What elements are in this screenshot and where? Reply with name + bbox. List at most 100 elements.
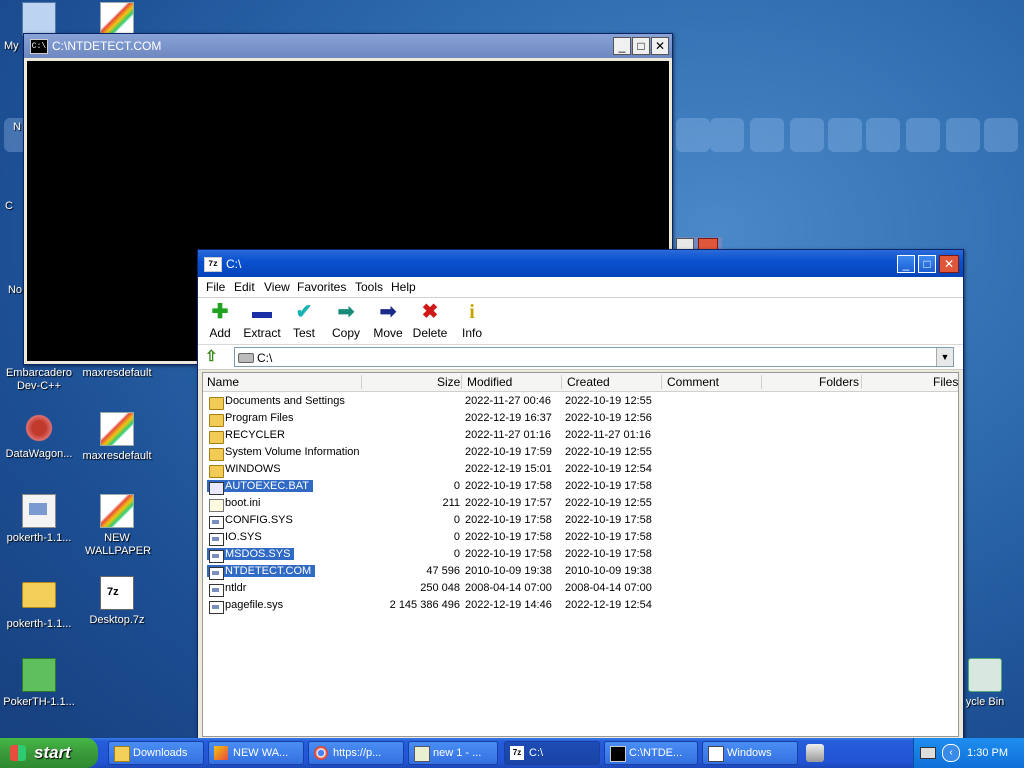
- table-row[interactable]: CONFIG.SYS 0 2022-10-19 17:58 2022-10-19 17…: [203, 512, 958, 529]
- chevron-down-icon[interactable]: ▼: [936, 348, 953, 366]
- console-icon: C:\: [30, 39, 48, 54]
- file-name[interactable]: ntldr: [207, 582, 246, 597]
- file-name[interactable]: boot.ini: [207, 497, 260, 512]
- file-name[interactable]: Documents and Settings: [207, 395, 345, 410]
- table-row[interactable]: WINDOWS 2022-12-19 15:01 2022-10-19 12:54: [203, 461, 958, 478]
- file-name[interactable]: Program Files: [207, 412, 293, 427]
- console-minimize-button[interactable]: _: [613, 37, 631, 55]
- menu-tools[interactable]: Tools: [355, 280, 383, 294]
- desktop-icon-new-wallpaper[interactable]: NEW WALLPAPER: [76, 494, 158, 558]
- menu-help[interactable]: Help: [391, 280, 416, 294]
- sevenzip-titlebar[interactable]: 7z C:\ _ □ ✕: [198, 250, 963, 277]
- maximize-button[interactable]: □: [918, 255, 936, 273]
- column-size[interactable]: Size: [437, 375, 460, 389]
- file-size: 211: [442, 497, 460, 509]
- console-titlebar[interactable]: C:\ C:\NTDETECT.COM _ □ ✕: [24, 34, 672, 58]
- wallpaper-tile: [750, 118, 784, 152]
- file-created: 2022-10-19 17:58: [565, 514, 652, 526]
- add-label: Add: [209, 326, 231, 340]
- column-folders[interactable]: Folders: [819, 375, 859, 389]
- table-row[interactable]: Documents and Settings 2022-11-27 00:46 20…: [203, 393, 958, 410]
- taskbar-item-new-wallpaper[interactable]: NEW WA...: [208, 741, 304, 765]
- column-divider[interactable]: [361, 375, 362, 389]
- desktop-icon-pokerth-folder[interactable]: pokerth-1.1...: [0, 576, 80, 631]
- start-label: start: [34, 743, 71, 762]
- up-folder-icon[interactable]: ⇧: [205, 349, 221, 365]
- taskbar-item-windows[interactable]: Windows: [702, 741, 798, 765]
- close-button[interactable]: ✕: [939, 255, 959, 273]
- console-maximize-button[interactable]: □: [632, 37, 650, 55]
- chevron-left-icon[interactable]: ‹: [942, 744, 960, 762]
- desktop-icon-datawagon[interactable]: DataWagon...: [0, 412, 80, 461]
- file-name-text: RECYCLER: [225, 429, 285, 441]
- file-name[interactable]: IO.SYS: [207, 531, 262, 546]
- column-comment[interactable]: Comment: [667, 375, 719, 389]
- file-size: 0: [453, 480, 460, 492]
- file-name[interactable]: RECYCLER: [207, 429, 285, 444]
- table-row[interactable]: System Volume Information 2022-10-19 17:5…: [203, 444, 958, 461]
- file-name[interactable]: MSDOS.SYS: [207, 548, 295, 563]
- test-button[interactable]: ✔ Test: [282, 302, 326, 340]
- table-row[interactable]: pagefile.sys 2 145 386 496 2022-12-19 14:4…: [203, 597, 958, 614]
- windows-logo-icon: [10, 745, 26, 761]
- table-row[interactable]: boot.ini 211 2022-10-19 17:57 2022-10-19 12…: [203, 495, 958, 512]
- table-row[interactable]: MSDOS.SYS 0 2022-10-19 17:58 2022-10-19 17:…: [203, 546, 958, 563]
- copy-button[interactable]: ➡ Copy: [324, 302, 368, 340]
- taskbar-item-console[interactable]: C:\NTDE...: [604, 741, 698, 765]
- file-name[interactable]: WINDOWS: [207, 463, 281, 478]
- table-row[interactable]: NTDETECT.COM 47 596 2010-10-09 19:38 2010-1…: [203, 563, 958, 580]
- taskbar-item-browser[interactable]: https://p...: [308, 741, 404, 765]
- file-name[interactable]: System Volume Information: [207, 446, 360, 461]
- column-divider[interactable]: [761, 375, 762, 389]
- add-button[interactable]: ✚ Add: [198, 302, 242, 340]
- wallpaper-tile: [676, 118, 710, 152]
- taskbar-item-label: Windows: [727, 747, 772, 759]
- table-row[interactable]: ntldr 250 048 2008-04-14 07:00 2008-04-14 0…: [203, 580, 958, 597]
- table-row[interactable]: IO.SYS 0 2022-10-19 17:58 2022-10-19 17:58: [203, 529, 958, 546]
- file-size: 2 145 386 496: [389, 599, 460, 611]
- column-divider[interactable]: [661, 375, 662, 389]
- move-button[interactable]: ➡ Move: [366, 302, 410, 340]
- table-row[interactable]: Program Files 2022-12-19 16:37 2022-10-19 …: [203, 410, 958, 427]
- clock[interactable]: 1:30 PM: [967, 747, 1008, 759]
- file-name[interactable]: AUTOEXEC.BAT: [207, 480, 313, 495]
- file-icon: [209, 567, 224, 580]
- file-list[interactable]: Name Size Modified Created Comment Folde…: [202, 372, 959, 737]
- wallpaper-tile: [984, 118, 1018, 152]
- menu-view[interactable]: View: [264, 280, 290, 294]
- taskbar-item-downloads[interactable]: Downloads: [108, 741, 204, 765]
- column-name[interactable]: Name: [207, 375, 239, 389]
- address-input[interactable]: C:\ ▼: [234, 347, 954, 367]
- column-created[interactable]: Created: [567, 375, 610, 389]
- column-divider[interactable]: [461, 375, 462, 389]
- taskbar-item-7zip[interactable]: 7z C:\: [504, 741, 600, 765]
- menu-edit[interactable]: Edit: [234, 280, 255, 294]
- minimize-button[interactable]: _: [897, 255, 915, 273]
- desktop-icon-pokerth-installer[interactable]: PokerTH-1.1...: [0, 658, 80, 709]
- keyboard-icon[interactable]: [920, 747, 936, 759]
- file-icon: [209, 550, 224, 563]
- desktop-icon-pokerth-doc[interactable]: pokerth-1.1...: [0, 494, 80, 545]
- quick-launch-icon[interactable]: [806, 744, 824, 762]
- start-button[interactable]: start: [0, 738, 98, 768]
- menu-favorites[interactable]: Favorites: [297, 280, 346, 294]
- file-name[interactable]: NTDETECT.COM: [207, 565, 316, 580]
- column-files[interactable]: Files: [933, 375, 958, 389]
- table-row[interactable]: RECYCLER 2022-11-27 01:16 2022-11-27 01:16: [203, 427, 958, 444]
- extract-button[interactable]: ▬ Extract: [240, 302, 284, 340]
- menu-file[interactable]: File: [206, 280, 225, 294]
- sevenzip-window[interactable]: 7z C:\ _ □ ✕ File Edit View Favorites To…: [197, 249, 964, 740]
- taskbar-item-notepad[interactable]: new 1 - ...: [408, 741, 498, 765]
- test-icon: ✔: [295, 301, 313, 323]
- delete-button[interactable]: ✖ Delete: [408, 302, 452, 340]
- file-name[interactable]: CONFIG.SYS: [207, 514, 293, 529]
- desktop-icon-desktop-7z[interactable]: Desktop.7z: [76, 576, 158, 627]
- column-divider[interactable]: [561, 375, 562, 389]
- desktop-icon-maxresdefault-2[interactable]: maxresdefault: [76, 412, 158, 463]
- table-row[interactable]: AUTOEXEC.BAT 0 2022-10-19 17:58 2022-10-19 …: [203, 478, 958, 495]
- column-divider[interactable]: [861, 375, 862, 389]
- console-close-button[interactable]: ✕: [651, 37, 669, 55]
- info-button[interactable]: i Info: [450, 302, 494, 340]
- column-modified[interactable]: Modified: [467, 375, 512, 389]
- file-name[interactable]: pagefile.sys: [207, 599, 283, 614]
